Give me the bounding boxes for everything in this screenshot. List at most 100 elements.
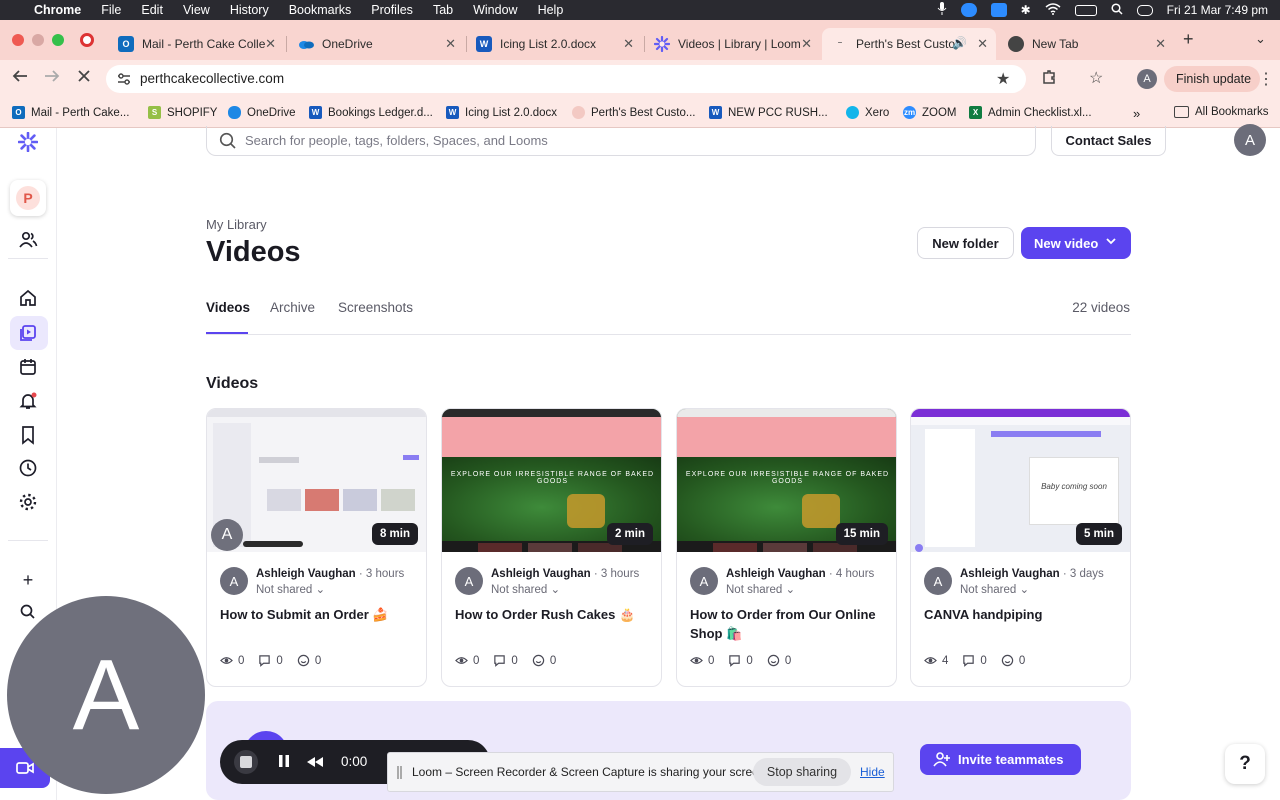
spotlight-icon[interactable] (1111, 2, 1123, 18)
tab-icing-list[interactable]: W Icing List 2.0.docx ✕ (466, 28, 642, 60)
avatar[interactable]: A (924, 567, 952, 595)
invite-teammates-button[interactable]: Invite teammates (920, 744, 1081, 775)
bookmark-zoom[interactable]: zm ZOOM (903, 106, 957, 119)
profile-avatar[interactable]: A (1137, 69, 1157, 89)
tab-videos[interactable]: Videos (206, 300, 250, 315)
forward-arrow-icon[interactable] (44, 69, 60, 88)
rewind-icon[interactable] (306, 755, 324, 773)
tab-archive[interactable]: Archive (270, 300, 315, 315)
avatar[interactable]: A (455, 567, 483, 595)
video-card[interactable]: EXPLORE OUR IRRESISTIBLE RANGE OF BAKED … (676, 408, 897, 687)
url-text[interactable]: perthcakecollective.com (140, 71, 284, 86)
stop-sharing-button[interactable]: Stop sharing (753, 758, 851, 786)
wifi-icon[interactable] (1045, 2, 1061, 18)
drag-handle-icon[interactable] (397, 766, 402, 779)
hide-link[interactable]: Hide (860, 765, 885, 779)
contact-sales-button[interactable]: Contact Sales (1051, 126, 1166, 156)
menu-bookmarks[interactable]: Bookmarks (289, 3, 352, 17)
back-arrow-icon[interactable] (12, 69, 28, 88)
finish-update-button[interactable]: Finish update (1164, 66, 1260, 92)
screen-record-icon[interactable] (990, 3, 1007, 17)
close-tab-icon[interactable]: ✕ (623, 36, 634, 52)
tab-mail[interactable]: O Mail - Perth Cake Colle ✕ (108, 28, 284, 60)
tab-search-chevron-icon[interactable]: ⌄ (1255, 31, 1266, 47)
author-name[interactable]: Ashleigh Vaughan · 3 hours (256, 568, 404, 580)
bookmark-icon[interactable] (16, 423, 40, 447)
tab-onedrive[interactable]: OneDrive ✕ (288, 28, 464, 60)
video-card[interactable]: Baby coming soon 5 min A Ashleigh Vaugha… (910, 408, 1131, 687)
control-center-icon[interactable] (1136, 4, 1153, 16)
menu-edit[interactable]: Edit (141, 3, 163, 17)
author-name[interactable]: Ashleigh Vaughan · 3 hours (491, 568, 639, 580)
minimize-window-button[interactable] (32, 34, 44, 46)
bookmark-icing-list[interactable]: W Icing List 2.0.docx (446, 106, 557, 119)
author-name[interactable]: Ashleigh Vaughan · 3 days (960, 568, 1104, 580)
menu-tab[interactable]: Tab (433, 3, 453, 17)
menu-view[interactable]: View (183, 3, 210, 17)
close-tab-icon[interactable]: ✕ (977, 36, 988, 52)
loom-logo-icon[interactable] (16, 130, 40, 154)
audio-playing-icon[interactable]: 🔊 (952, 36, 967, 50)
settings-gear-icon[interactable] (16, 490, 40, 514)
bluetooth-icon[interactable]: ✱ (1021, 3, 1031, 17)
breadcrumb[interactable]: My Library (206, 217, 267, 232)
bookmark-perths-best[interactable]: Perth's Best Custo... (572, 106, 695, 119)
battery-icon[interactable] (1074, 4, 1097, 16)
zoom-status-icon[interactable] (960, 3, 977, 17)
tab-screenshots[interactable]: Screenshots (338, 300, 413, 315)
all-bookmarks[interactable]: All Bookmarks (1174, 106, 1269, 118)
sharing-status[interactable]: Not shared ⌄ (726, 582, 795, 596)
bookmark-mail[interactable]: O Mail - Perth Cake... (12, 106, 129, 119)
reading-list-icon[interactable]: ☆ (1089, 68, 1103, 88)
workspace-switcher[interactable]: P (10, 180, 46, 216)
menu-help[interactable]: Help (538, 3, 564, 17)
new-tab-plus-icon[interactable]: + (1183, 29, 1194, 50)
people-icon[interactable] (16, 228, 40, 252)
add-space-plus-icon[interactable]: + (16, 568, 40, 592)
avatar[interactable]: A (690, 567, 718, 595)
notifications-bell-icon[interactable] (16, 389, 40, 413)
menu-file[interactable]: File (101, 3, 121, 17)
video-card[interactable]: EXPLORE OUR IRRESISTIBLE RANGE OF BAKED … (441, 408, 662, 687)
video-card[interactable]: A 8 min A Ashleigh Vaughan · 3 hours Not… (206, 408, 427, 687)
history-clock-icon[interactable] (16, 456, 40, 480)
search-spaces-icon[interactable] (16, 600, 40, 624)
site-settings-icon[interactable] (116, 71, 132, 92)
home-icon[interactable] (16, 286, 40, 310)
help-button[interactable]: ? (1225, 744, 1265, 784)
sharing-status[interactable]: Not shared ⌄ (491, 582, 560, 596)
close-tab-icon[interactable]: ✕ (445, 36, 456, 52)
menu-app[interactable]: Chrome (34, 3, 81, 17)
video-title[interactable]: How to Order from Our Online Shop 🛍️ (690, 605, 885, 643)
new-video-button[interactable]: New video (1021, 227, 1131, 259)
close-tab-icon[interactable]: ✕ (801, 36, 812, 52)
library-icon[interactable] (16, 321, 40, 345)
bookmark-onedrive[interactable]: OneDrive (228, 106, 296, 119)
more-bookmarks-icon[interactable]: » (1133, 106, 1140, 121)
bookmark-shopify[interactable]: S SHOPIFY (148, 106, 217, 119)
close-window-button[interactable] (12, 34, 24, 46)
extensions-icon[interactable] (1041, 69, 1057, 90)
camera-bubble[interactable]: A (7, 596, 205, 794)
menu-history[interactable]: History (230, 3, 269, 17)
menu-profiles[interactable]: Profiles (371, 3, 413, 17)
close-tab-icon[interactable]: ✕ (265, 36, 276, 52)
address-bar[interactable]: perthcakecollective.com ★ (106, 65, 1026, 93)
bookmark-bookings-ledger[interactable]: W Bookings Ledger.d... (309, 106, 433, 119)
video-title[interactable]: CANVA handpiping (924, 605, 1119, 624)
bookmark-pcc-rush[interactable]: W NEW PCC RUSH... (709, 106, 828, 119)
avatar[interactable]: A (220, 567, 248, 595)
close-tab-icon[interactable]: ✕ (1155, 36, 1166, 52)
sharing-status[interactable]: Not shared ⌄ (960, 582, 1029, 596)
tab-loom[interactable]: Videos | Library | Loom ✕ (644, 28, 820, 60)
tab-perths-best[interactable]: ⁻ Perth's Best Custo 🔊 ✕ (822, 28, 996, 60)
sharing-status[interactable]: Not shared ⌄ (256, 582, 325, 596)
fullscreen-window-button[interactable] (52, 34, 64, 46)
chrome-menu-icon[interactable]: ⋮ (1258, 69, 1274, 89)
microphone-icon[interactable] (937, 2, 947, 18)
menubar-datetime[interactable]: Fri 21 Mar 7:49 pm (1167, 3, 1268, 17)
stop-recording-button[interactable] (234, 750, 258, 774)
search-input[interactable]: Search for people, tags, folders, Spaces… (206, 126, 1036, 156)
video-title[interactable]: How to Order Rush Cakes 🎂 (455, 605, 650, 624)
menu-window[interactable]: Window (473, 3, 517, 17)
